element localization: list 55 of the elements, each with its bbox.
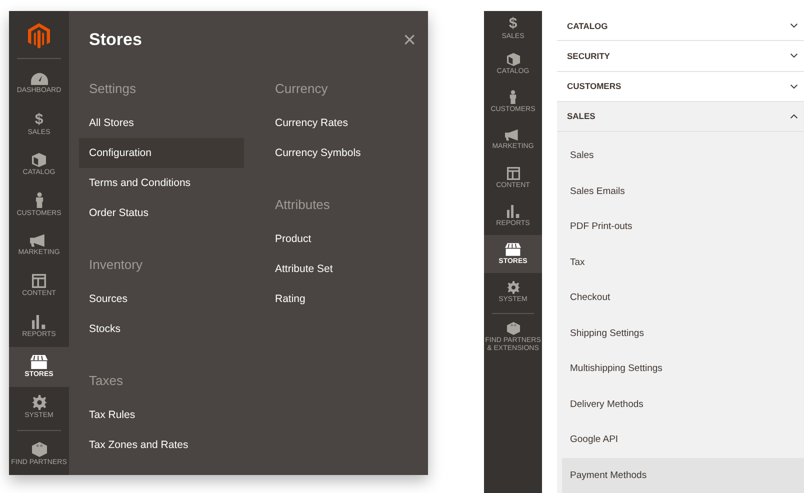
submenu-link[interactable]: Product (265, 224, 428, 254)
submenu-link[interactable]: Order Status (79, 198, 244, 228)
config-tab-link[interactable]: Delivery Methods (562, 386, 804, 422)
config-tab-link[interactable]: PDF Print-outs (562, 209, 804, 244)
gauge-icon (30, 72, 48, 85)
group-heading: Currency (274, 81, 329, 98)
logo-icon (28, 22, 50, 49)
config-tab-link[interactable]: Checkout (562, 280, 804, 316)
bar-chart-icon (32, 314, 46, 329)
flyout-title: Stores (89, 30, 142, 50)
config-tab-link[interactable]: Sales Emails (562, 174, 804, 209)
submenu-link[interactable]: Currency Symbols (265, 138, 428, 168)
config-tab-link[interactable]: Google API (562, 422, 804, 458)
config-section-header[interactable]: SALES (557, 102, 804, 132)
dollar-icon: $ (508, 16, 518, 32)
brick-icon (506, 322, 520, 335)
chevron-icon (790, 53, 798, 58)
gear-icon (506, 280, 520, 294)
layout-icon (32, 274, 46, 288)
config-tab-link[interactable]: Multishipping Settings (562, 351, 804, 386)
submenu-link[interactable]: Currency Rates (265, 108, 428, 138)
submenu-link[interactable]: Attribute Set (265, 254, 428, 284)
submenu-link[interactable]: All Stores (79, 108, 244, 138)
group-heading: Settings (88, 81, 137, 98)
config-tab-link[interactable]: Shipping Settings (562, 316, 804, 351)
person-icon (34, 192, 44, 208)
group-heading: Inventory (88, 257, 144, 274)
box-icon (506, 52, 520, 66)
chevron-icon (790, 84, 798, 89)
storefront-icon (30, 355, 48, 370)
person-icon (509, 90, 517, 104)
submenu-link[interactable]: Configuration (79, 138, 244, 168)
config-tab-link[interactable]: Sales (562, 138, 804, 174)
dollar-icon: $ (34, 112, 44, 127)
brick-icon (32, 442, 46, 458)
chevron-icon (790, 23, 798, 28)
config-tab-link[interactable]: Tax (562, 244, 804, 280)
bar-chart-icon (506, 204, 520, 218)
layout-icon (506, 166, 520, 180)
box-icon (32, 152, 46, 167)
group-heading: Attributes (274, 197, 331, 214)
megaphone-icon (505, 129, 521, 142)
config-tab-link[interactable]: Payment Methods (562, 458, 804, 493)
submenu-link[interactable]: Stocks (79, 314, 244, 344)
close-button[interactable]: × (399, 29, 420, 51)
submenu-link[interactable]: Sources (79, 284, 244, 314)
group-heading: Taxes (88, 373, 124, 390)
submenu-link[interactable]: Tax Zones and Rates (79, 430, 244, 460)
config-section-header[interactable]: CUSTOMERS (557, 72, 804, 102)
chevron-icon (790, 114, 798, 119)
gear-icon (32, 394, 46, 410)
storefront-icon (505, 242, 521, 256)
submenu-link[interactable]: Tax Rules (79, 400, 244, 430)
submenu-link[interactable]: Terms and Conditions (79, 168, 244, 198)
submenu-link[interactable]: Rating (265, 284, 428, 314)
